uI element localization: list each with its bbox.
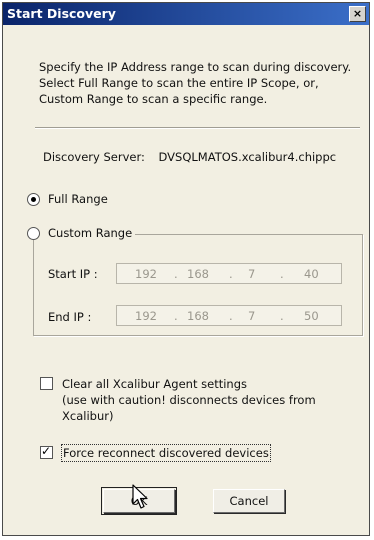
- discovery-server-label: Discovery Server:: [43, 150, 145, 164]
- cancel-button[interactable]: Cancel: [213, 489, 285, 513]
- clear-settings-checkbox[interactable]: Clear all Xcalibur Agent settings (use w…: [40, 376, 316, 424]
- ip-dot: .: [174, 309, 178, 323]
- force-reconnect-checkbox-box[interactable]: [40, 444, 53, 459]
- ip-dot: .: [280, 309, 284, 323]
- start-ip-octet-2: 168: [187, 267, 209, 281]
- discovery-server-value: DVSQLMATOS.xcalibur4.chippc: [158, 150, 337, 164]
- end-ip-label: End IP :: [48, 310, 92, 324]
- force-reconnect-checkbox[interactable]: Force reconnect discovered devices: [40, 444, 271, 462]
- ip-dot: .: [174, 267, 178, 281]
- clear-settings-line-2: (use with caution! disconnects devices f…: [62, 393, 316, 407]
- end-ip-octet-4: 50: [304, 309, 319, 323]
- clear-settings-label: Clear all Xcalibur Agent settings (use w…: [62, 376, 316, 424]
- custom-range-label: Custom Range: [48, 226, 133, 240]
- start-ip-label: Start IP :: [48, 267, 98, 281]
- ip-dot: .: [229, 309, 233, 323]
- separator: [35, 127, 360, 129]
- dialog-title: Start Discovery: [7, 6, 116, 21]
- clear-settings-checkbox-box[interactable]: [40, 377, 53, 390]
- end-ip-octet-3: 7: [248, 309, 256, 323]
- intro-text: Specify the IP Address range to scan dur…: [39, 60, 352, 106]
- close-button[interactable]: ×: [349, 6, 366, 22]
- custom-range-radio[interactable]: Custom Range: [27, 226, 136, 240]
- start-ip-octet-4: 40: [304, 267, 319, 281]
- start-ip-octet-3: 7: [248, 267, 256, 281]
- start-ip-octet-1: 192: [135, 267, 157, 281]
- clear-settings-line-3: Xcalibur): [62, 409, 114, 423]
- clear-settings-line-1: Clear all Xcalibur Agent settings: [62, 377, 247, 391]
- end-ip-field[interactable]: 192 . 168 . 7 . 50: [116, 305, 342, 326]
- end-ip-octet-1: 192: [135, 309, 157, 323]
- full-range-radio[interactable]: Full Range: [27, 192, 111, 206]
- title-bar: Start Discovery ×: [3, 3, 369, 25]
- ip-dot: .: [280, 267, 284, 281]
- end-ip-octet-2: 168: [187, 309, 209, 323]
- full-range-radio-indicator[interactable]: [27, 192, 40, 206]
- custom-range-radio-indicator[interactable]: [27, 226, 40, 240]
- mouse-pointer-icon: [132, 484, 148, 509]
- discovery-server-row: Discovery Server: DVSQLMATOS.xcalibur4.c…: [43, 150, 336, 164]
- start-discovery-dialog: Start Discovery × Specify the IP Address…: [2, 2, 370, 536]
- force-reconnect-label: Force reconnect discovered devices: [61, 444, 271, 462]
- full-range-label: Full Range: [48, 192, 108, 206]
- ip-dot: .: [229, 267, 233, 281]
- start-ip-field[interactable]: 192 . 168 . 7 . 40: [116, 263, 342, 284]
